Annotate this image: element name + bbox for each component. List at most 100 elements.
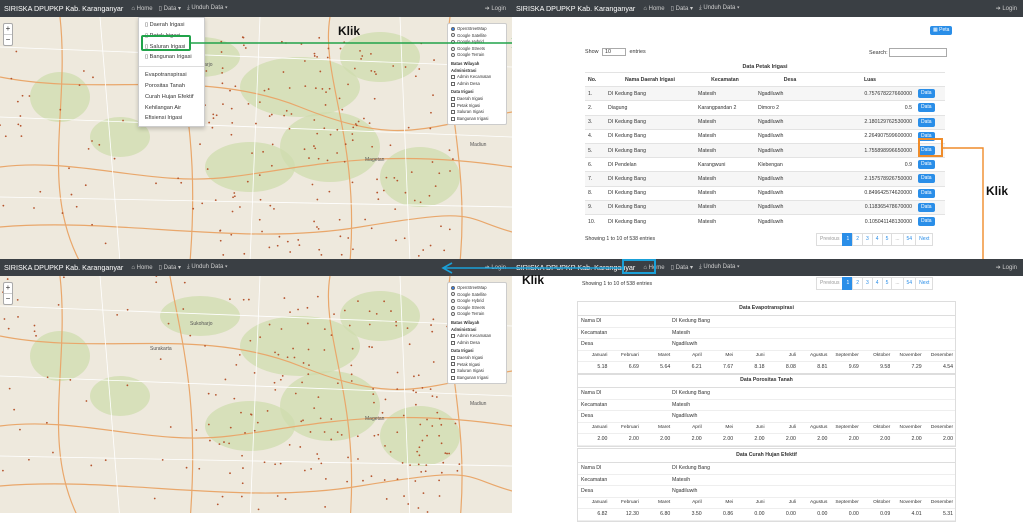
- overlay-option[interactable]: Bangunan Irigasi: [451, 375, 503, 382]
- data-button[interactable]: Data: [918, 89, 935, 99]
- nav-unduh-data[interactable]: ⤓ Unduh Data ▾: [187, 264, 228, 271]
- dropdown-item[interactable]: ▯ Daerah Irigasi: [139, 20, 204, 31]
- brand[interactable]: SIRISKA DPUPKP Kab. Karanganyar: [516, 4, 635, 13]
- radio-button[interactable]: [451, 299, 455, 304]
- column-header[interactable]: [915, 71, 945, 87]
- field-value: Matesih: [672, 329, 691, 336]
- base-layer-option[interactable]: OpenStreetMap: [451, 26, 503, 33]
- checkbox[interactable]: [451, 75, 455, 80]
- column-header[interactable]: Kecamatan: [695, 71, 755, 87]
- data-button[interactable]: Data: [918, 117, 935, 127]
- table-cell: 2.: [585, 100, 605, 116]
- nav-home[interactable]: ⌂ Home: [643, 6, 664, 12]
- checkbox[interactable]: [451, 110, 455, 115]
- overlay-option[interactable]: Admin Desa: [451, 81, 503, 88]
- radio-button[interactable]: [451, 305, 455, 310]
- nav-login[interactable]: ➔ Login: [996, 264, 1017, 271]
- map[interactable]: SukoharjoMagetanMadiunSurakarta+−OpenStr…: [0, 17, 512, 260]
- nav-login[interactable]: ➔ Login: [485, 5, 506, 12]
- overlay-option[interactable]: Daerah Irigasi: [451, 96, 503, 103]
- column-header[interactable]: Nama Daerah Irigasi: [605, 71, 695, 87]
- overlay-option[interactable]: Admin Kecamatan: [451, 333, 503, 340]
- radio-button[interactable]: [451, 26, 455, 31]
- nav-unduh-data[interactable]: ⤓ Unduh Data ▾: [187, 5, 228, 12]
- overlay-option[interactable]: Saluran Irigasi: [451, 368, 503, 375]
- checkbox[interactable]: [451, 355, 455, 360]
- nav-unduh-data[interactable]: ⤓ Unduh Data ▾: [699, 5, 740, 12]
- zoom-out-button[interactable]: −: [4, 294, 12, 304]
- column-header[interactable]: Desa: [755, 71, 825, 87]
- field-label: Desa: [581, 341, 594, 347]
- zoom-out-button[interactable]: −: [4, 35, 12, 45]
- month-value: 5.64: [660, 364, 671, 370]
- base-layer-option[interactable]: Google Terrain: [451, 52, 503, 59]
- radio-button[interactable]: [451, 312, 455, 317]
- map[interactable]: SukoharjoMagetanMadiunSurakarta+−OpenStr…: [0, 276, 512, 513]
- dropdown-item[interactable]: Kehilangan Air: [139, 103, 204, 114]
- page-length-select[interactable]: 10: [602, 48, 626, 56]
- nav-home[interactable]: ⌂ Home: [131, 265, 152, 271]
- detail-field-row: Kecamatan Matesih: [578, 400, 955, 411]
- checkbox[interactable]: [451, 375, 455, 380]
- month-label: Juni: [755, 499, 765, 505]
- checkbox[interactable]: [451, 362, 455, 367]
- checkbox[interactable]: [451, 334, 455, 339]
- dropdown-item[interactable]: Efisiensi Irigasi: [139, 113, 204, 124]
- overlay-option[interactable]: Daerah Irigasi: [451, 355, 503, 362]
- nav-data[interactable]: ▯ Data ▾: [671, 5, 693, 12]
- base-layer-option[interactable]: OpenStreetMap: [451, 285, 503, 292]
- overlay-option[interactable]: Admin Desa: [451, 340, 503, 347]
- page-link[interactable]: Next: [915, 233, 934, 246]
- base-layer-option[interactable]: Google Satellite: [451, 292, 503, 299]
- zoom-in-button[interactable]: +: [4, 24, 12, 35]
- nav-unduh-data[interactable]: ⤓ Unduh Data ▾: [699, 264, 740, 271]
- detail-table-title: Data Porositas Tanah: [578, 374, 955, 388]
- checkbox[interactable]: [451, 340, 455, 345]
- overlay-option[interactable]: Petak Irigasi: [451, 362, 503, 369]
- radio-button[interactable]: [451, 53, 455, 58]
- search-input[interactable]: [889, 48, 948, 57]
- page-link[interactable]: 54: [902, 233, 917, 246]
- checkbox[interactable]: [451, 369, 455, 374]
- dropdown-item[interactable]: Curah Hujan Efektif: [139, 92, 204, 103]
- nav-data[interactable]: ▯ Data ▾: [159, 5, 181, 12]
- nav-data[interactable]: ▯ Data ▾: [671, 264, 693, 271]
- data-button[interactable]: Data: [918, 103, 935, 113]
- overlay-option[interactable]: Admin Kecamatan: [451, 74, 503, 81]
- data-button[interactable]: Data: [918, 160, 935, 170]
- data-button[interactable]: Data: [918, 202, 935, 212]
- data-button[interactable]: Data: [918, 217, 935, 227]
- page-link[interactable]: Previous: [816, 233, 844, 246]
- data-button[interactable]: Data: [918, 188, 935, 198]
- dropdown-item[interactable]: ▯ Bangunan Irigasi: [139, 52, 204, 63]
- map-tiles: [0, 276, 512, 513]
- table-row: 7. DI Kedung Bang Matesih Ngadiluwih 2.15757…: [585, 171, 945, 186]
- checkbox[interactable]: [451, 81, 455, 86]
- checkbox[interactable]: [451, 96, 455, 101]
- radio-button[interactable]: [451, 292, 455, 297]
- dropdown-item[interactable]: Porositas Tanah: [139, 81, 204, 92]
- zoom-in-button[interactable]: +: [4, 283, 12, 294]
- brand[interactable]: SIRISKA DPUPKP Kab. Karanganyar: [4, 263, 123, 272]
- checkbox[interactable]: [451, 116, 455, 121]
- nav-data[interactable]: ▯ Data ▾: [159, 264, 181, 271]
- nav-login[interactable]: ➔ Login: [996, 5, 1017, 12]
- overlay-option[interactable]: Petak Irigasi: [451, 103, 503, 110]
- brand[interactable]: SIRISKA DPUPKP Kab. Karanganyar: [4, 4, 123, 13]
- data-button[interactable]: Data: [918, 174, 935, 184]
- nav-home[interactable]: ⌂ Home: [131, 6, 152, 12]
- page-link[interactable]: Previous: [816, 277, 844, 290]
- dropdown-item[interactable]: Evapotranspirasi: [139, 70, 204, 81]
- column-header[interactable]: No.: [585, 71, 605, 87]
- overlay-option[interactable]: Saluran Irigasi: [451, 109, 503, 116]
- base-layer-option[interactable]: Google Terrain: [451, 311, 503, 318]
- radio-button[interactable]: [451, 285, 455, 290]
- overlay-option[interactable]: Bangunan Irigasi: [451, 116, 503, 123]
- base-layer-option[interactable]: Google Hybrid: [451, 298, 503, 305]
- peta-button[interactable]: ▦ Peta: [930, 26, 953, 35]
- column-header[interactable]: Luas: [825, 71, 915, 87]
- page-link[interactable]: Next: [915, 277, 934, 290]
- base-layer-option[interactable]: Google Streets: [451, 305, 503, 312]
- page-link[interactable]: 54: [902, 277, 917, 290]
- checkbox[interactable]: [451, 103, 455, 108]
